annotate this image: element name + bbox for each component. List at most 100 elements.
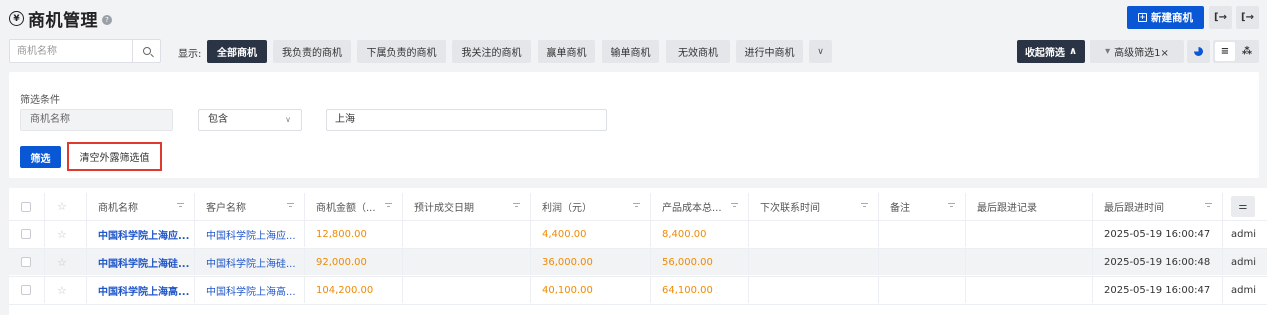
row-checkbox[interactable] <box>21 229 31 239</box>
cell-note <box>879 249 966 275</box>
help-icon[interactable]: ? <box>102 14 112 25</box>
table-bottom-border <box>9 304 1267 315</box>
view-toggle: ≡ ⁂ <box>1213 40 1259 63</box>
table-header: ☆ 商机名称 客户名称 商机金额（... 预计成交日期 利润（元） 产品成本总.… <box>9 193 1267 220</box>
cell-note <box>879 277 966 303</box>
new-opportunity-button[interactable]: + 新建商机 <box>1127 6 1204 29</box>
chip-mine[interactable]: 我负责的商机 <box>273 40 351 63</box>
hierarchy-icon: ⁂ <box>1241 46 1253 57</box>
search-button[interactable] <box>132 40 161 62</box>
row-checkbox[interactable] <box>21 285 31 295</box>
select-all-checkbox[interactable] <box>21 201 31 212</box>
chip-lost[interactable]: 输单商机 <box>602 40 659 63</box>
opportunity-link[interactable]: 中国科学院上海应... <box>98 227 189 242</box>
column-filter-icon[interactable] <box>513 203 520 209</box>
cell-amount: 12,800.00 <box>305 221 403 247</box>
chart-view-button[interactable] <box>1187 40 1210 63</box>
column-filter-icon[interactable] <box>1205 203 1212 209</box>
col-header-cost[interactable]: 产品成本总... <box>651 193 749 220</box>
row-checkbox-cell <box>9 221 45 247</box>
col-header-next-contact[interactable]: 下次联系时间 <box>749 193 879 220</box>
export-button[interactable]: [→ <box>1236 6 1259 29</box>
cell-customer: 中国科学院上海高... <box>195 277 305 303</box>
col-header-label: 商机金额（... <box>316 203 376 214</box>
col-header-label: 客户名称 <box>206 203 246 214</box>
column-filter-icon[interactable] <box>948 203 955 209</box>
tree-view-button[interactable]: ⁂ <box>1237 42 1257 61</box>
chip-in-progress[interactable]: 进行中商机 <box>736 40 803 63</box>
filter-value-input[interactable]: 上海 <box>326 109 607 131</box>
table-row[interactable]: ☆ 中国科学院上海高... 中国科学院上海高... 104,200.00 40,… <box>9 276 1267 303</box>
cell-last-record <box>966 277 1093 303</box>
cell-expected-date <box>403 277 531 303</box>
filter-field-select[interactable]: 商机名称 <box>20 109 173 131</box>
chevron-up-icon: ∧ <box>1068 46 1078 57</box>
chip-subordinate[interactable]: 下属负责的商机 <box>357 40 446 63</box>
import-button[interactable]: [→ <box>1209 6 1232 29</box>
list-view-button[interactable]: ≡ <box>1215 42 1235 61</box>
col-header-amount[interactable]: 商机金额（... <box>305 193 403 220</box>
column-filter-icon[interactable] <box>731 203 738 209</box>
search-input[interactable] <box>10 40 130 62</box>
cell-name: 中国科学院上海应... <box>87 221 195 247</box>
col-header-label: 最后跟进记录 <box>977 203 1037 214</box>
star-icon[interactable]: ☆ <box>57 256 67 269</box>
col-header-expected-date[interactable]: 预计成交日期 <box>403 193 531 220</box>
customer-link[interactable]: 中国科学院上海硅... <box>206 255 296 270</box>
col-header-profit[interactable]: 利润（元） <box>531 193 651 220</box>
column-settings-cell: ⚌ <box>1223 193 1267 220</box>
chip-invalid[interactable]: 无效商机 <box>666 40 730 63</box>
customer-link[interactable]: 中国科学院上海高... <box>206 283 296 298</box>
row-checkbox[interactable] <box>21 257 31 267</box>
cell-next-contact <box>749 249 879 275</box>
cell-owner: admi <box>1231 228 1256 240</box>
pie-chart-icon <box>1194 47 1203 56</box>
chip-all[interactable]: 全部商机 <box>207 40 267 63</box>
clear-filter-button[interactable]: 清空外露筛选值 <box>67 142 162 171</box>
col-header-customer[interactable]: 客户名称 <box>195 193 305 220</box>
opportunity-link[interactable]: 中国科学院上海硅... <box>98 255 189 270</box>
chip-followed[interactable]: 我关注的商机 <box>452 40 531 63</box>
more-chips-button[interactable]: ∨ <box>809 40 832 63</box>
cell-expected-date <box>403 249 531 275</box>
cell-expected-date <box>403 221 531 247</box>
column-filter-icon[interactable] <box>177 203 184 209</box>
chip-won[interactable]: 赢单商机 <box>538 40 595 63</box>
search-box <box>9 39 161 63</box>
cell-next-contact <box>749 277 879 303</box>
col-header-note[interactable]: 备注 <box>879 193 966 220</box>
opportunity-link[interactable]: 中国科学院上海高... <box>98 283 189 298</box>
row-checkbox-cell <box>9 277 45 303</box>
col-header-last-time[interactable]: 最后跟进时间 <box>1093 193 1223 220</box>
col-header-name[interactable]: 商机名称 <box>87 193 195 220</box>
column-filter-icon[interactable] <box>385 203 392 209</box>
filter-operator-value: 包含 <box>208 114 228 125</box>
cell-cost: 8,400.00 <box>651 221 749 247</box>
yen-coin-icon: ¥ <box>9 11 24 26</box>
column-filter-icon[interactable] <box>287 203 294 209</box>
star-icon[interactable]: ☆ <box>57 228 67 241</box>
collapse-filter-button[interactable]: 收起筛选 ∧ <box>1017 40 1085 63</box>
column-settings-button[interactable]: ⚌ <box>1231 196 1255 217</box>
star-icon[interactable]: ☆ <box>57 284 67 297</box>
customer-link[interactable]: 中国科学院上海应... <box>206 227 296 242</box>
export-icon: [→ <box>1241 12 1254 23</box>
cell-profit: 40,100.00 <box>531 277 651 303</box>
cell-cost: 64,100.00 <box>651 277 749 303</box>
table-row[interactable]: ☆ 中国科学院上海应... 中国科学院上海应... 12,800.00 4,40… <box>9 220 1267 247</box>
col-header-label: 下次联系时间 <box>760 203 820 214</box>
search-icon <box>143 47 151 55</box>
cell-customer: 中国科学院上海应... <box>195 221 305 247</box>
table-row[interactable]: ☆ 中国科学院上海硅... 中国科学院上海硅... 92,000.00 36,0… <box>9 248 1267 275</box>
advanced-filter-button[interactable]: ▾ 高级筛选1× <box>1090 40 1184 63</box>
column-filter-icon[interactable] <box>633 203 640 209</box>
column-filter-icon[interactable] <box>861 203 868 209</box>
apply-filter-button[interactable]: 筛选 <box>20 146 61 168</box>
row-star-cell: ☆ <box>45 249 87 275</box>
col-header-last-record[interactable]: 最后跟进记录 <box>966 193 1093 220</box>
filter-operator-select[interactable]: 包含 ∨ <box>198 109 302 131</box>
col-header-label: 预计成交日期 <box>414 203 474 214</box>
filter-icon: ▾ <box>1105 46 1111 57</box>
cell-next-contact <box>749 221 879 247</box>
cell-profit: 4,400.00 <box>531 221 651 247</box>
